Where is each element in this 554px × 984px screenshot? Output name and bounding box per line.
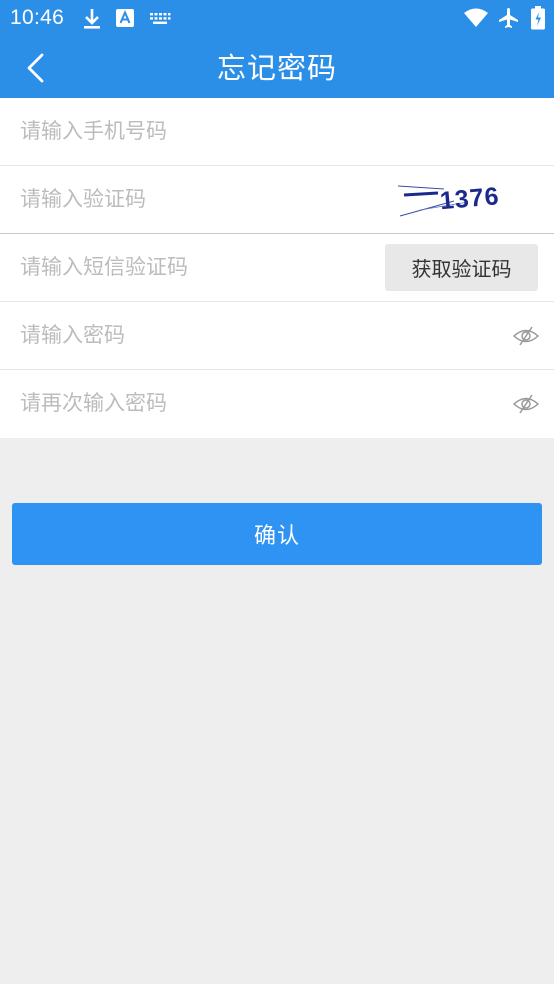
captcha-image[interactable]: 1376 [396,180,506,220]
phone-input[interactable] [20,98,360,164]
forgot-password-form: 1376 获取验证码 [0,98,554,438]
sms-code-row: 获取验证码 [0,234,554,302]
confirm-password-row [0,370,554,438]
eye-hidden-icon[interactable] [512,392,540,416]
password-input[interactable] [20,302,360,368]
confirm-password-input[interactable] [20,370,360,436]
captcha-row: 1376 [0,166,554,234]
keyboard-icon [150,13,171,24]
status-time: 10:46 [10,6,65,29]
battery-icon [531,6,545,30]
download-icon [84,9,100,29]
wifi-icon [464,8,488,27]
password-row [0,302,554,370]
a-notification-icon [116,9,134,27]
confirm-button[interactable]: 确认 [12,503,542,565]
page-title: 忘记密码 [216,51,337,85]
phone-row [0,98,554,166]
captcha-text: 1376 [439,182,501,215]
get-code-button[interactable]: 获取验证码 [385,244,538,291]
eye-hidden-icon[interactable] [512,324,540,348]
app-bar: 忘记密码 [0,38,554,98]
status-bar: 10:46 [0,0,554,38]
captcha-input[interactable] [20,166,360,232]
airplane-mode-icon [499,8,518,28]
sms-code-input[interactable] [20,234,370,300]
